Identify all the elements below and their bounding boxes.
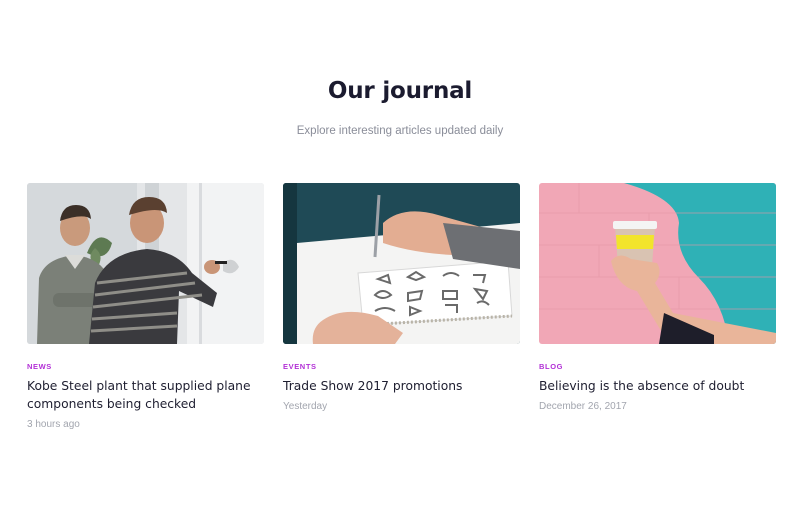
article-time: 3 hours ago: [27, 419, 80, 430]
article-image-coffee-wall[interactable]: [539, 183, 776, 344]
article-category[interactable]: BLOG: [539, 362, 776, 371]
article-card[interactable]: NEWS Kobe Steel plant that supplied plan…: [27, 183, 264, 430]
article-card[interactable]: BLOG Believing is the absence of doubt D…: [539, 183, 776, 430]
article-category[interactable]: NEWS: [27, 362, 264, 371]
article-title[interactable]: Trade Show 2017 promotions: [283, 377, 520, 395]
article-image-sketchbook[interactable]: [283, 183, 520, 344]
section-title: Our journal: [327, 78, 473, 104]
article-title[interactable]: Believing is the absence of doubt: [539, 377, 776, 395]
article-card[interactable]: EVENTS Trade Show 2017 promotions Yester…: [283, 183, 520, 430]
article-title[interactable]: Kobe Steel plant that supplied plane com…: [27, 377, 264, 413]
section-subtitle: Explore interesting articles updated dai…: [296, 125, 504, 137]
article-time: December 26, 2017: [539, 401, 627, 412]
article-list: NEWS Kobe Steel plant that supplied plan…: [27, 183, 776, 430]
article-image-whiteboard[interactable]: [27, 183, 264, 344]
article-category[interactable]: EVENTS: [283, 362, 520, 371]
journal-header: Our journal Explore interesting articles…: [0, 78, 800, 137]
article-time: Yesterday: [283, 401, 328, 412]
